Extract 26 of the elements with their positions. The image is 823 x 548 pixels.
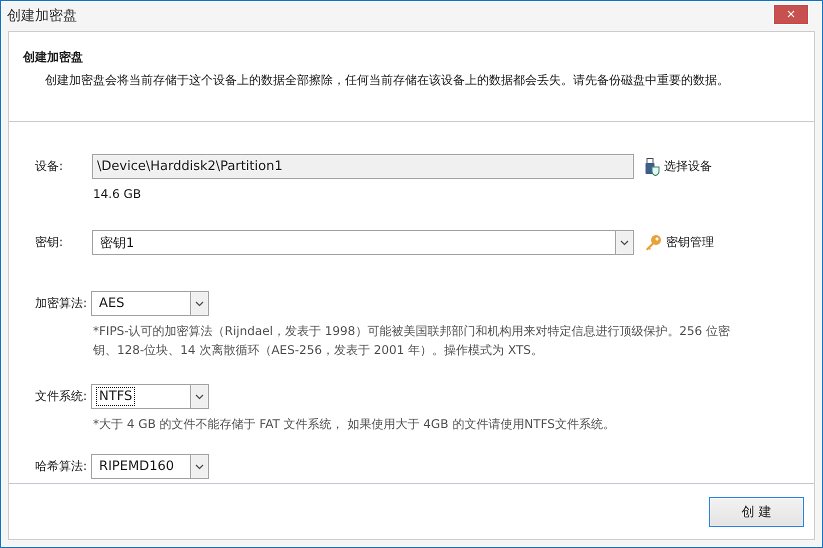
header-description: 创建加密盘会将当前存储于这个设备上的数据全部擦除，任何当前存储在该设备上的数据都会丢失。请先备份磁盘中重要的数据。: [45, 72, 730, 89]
field-label: 文件系统:: [35, 388, 88, 405]
field-note: *FIPS-认可的加密算法（Rijndael，发表于 1998）可能被美国联邦部门和机构用来对特定信息进行顶级保护。256 位密钥、128-位块、14 次离散循环（AES-256，发表于 2001 年）。操作模式为 XTS。: [93, 323, 731, 359]
field-label: 设备:: [35, 158, 64, 175]
chevron-down-icon: [620, 240, 629, 246]
dropdown[interactable]: NTFS: [91, 384, 210, 409]
create-button[interactable]: 创 建: [709, 496, 804, 526]
hash-dropdown[interactable]: RIPEMD160: [91, 454, 210, 479]
dropdown[interactable]: AES: [91, 291, 210, 316]
key-management-link[interactable]: 密钥管理: [644, 234, 714, 252]
key-dropdown[interactable]: 密钥1: [92, 230, 634, 255]
close-button[interactable]: ×: [774, 4, 808, 24]
device-size: 14.6 GB: [93, 187, 142, 201]
device-field[interactable]: \Device\Harddisk2\Partition1: [92, 154, 634, 179]
field-note: *大于 4 GB 的文件不能存储于 FAT 文件系统， 如果使用大于 4GB 的文件请使用NTFS文件系统。: [93, 416, 616, 433]
chevron-down-icon: [195, 300, 204, 306]
field-label: 密钥:: [35, 234, 64, 251]
chevron-down-icon: [195, 394, 204, 400]
key-icon: [644, 234, 662, 252]
field-label: 加密算法:: [35, 295, 88, 312]
header-title: 创建加密盘: [23, 49, 84, 66]
usb-shield-icon: [644, 158, 660, 176]
chevron-down-icon: [195, 464, 204, 470]
window-title: 创建加密盘: [7, 7, 77, 25]
select-device-link[interactable]: 选择设备: [644, 158, 712, 176]
field-label: 哈希算法:: [35, 458, 88, 475]
